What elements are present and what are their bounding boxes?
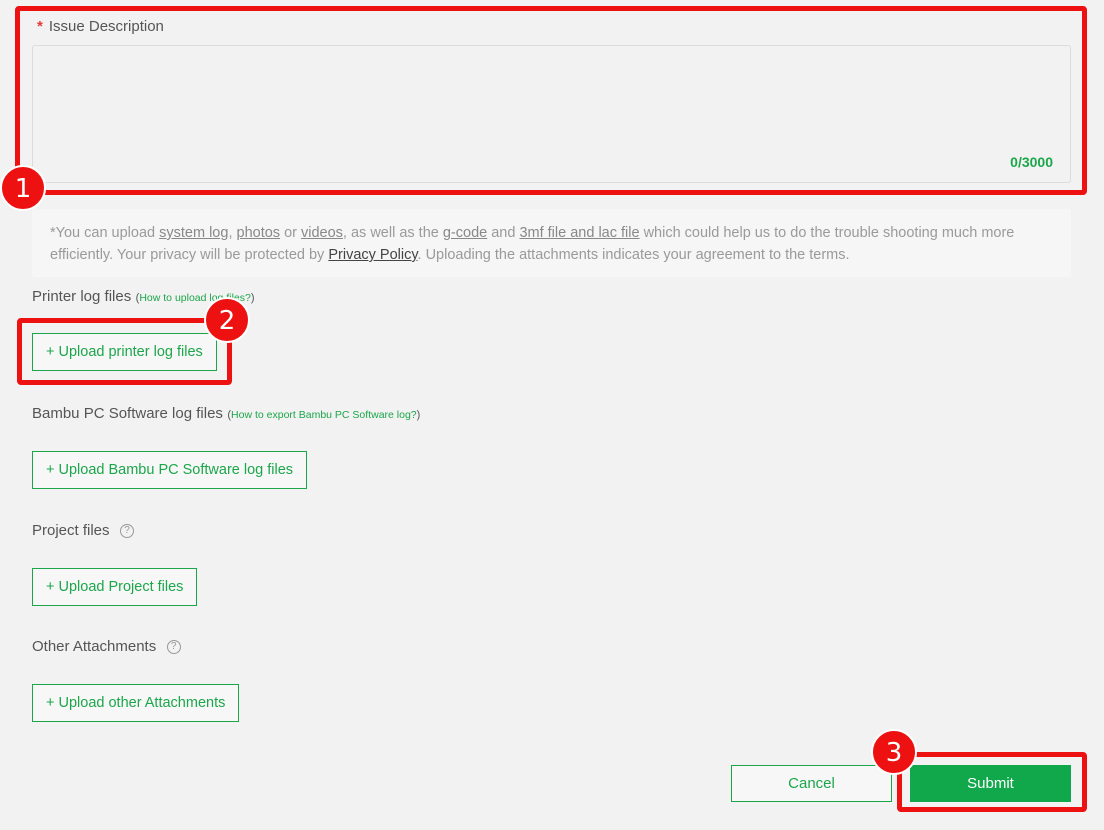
annotation-badge-1: 1 xyxy=(0,165,46,211)
cancel-button[interactable]: Cancel xyxy=(731,765,892,802)
system-log-link[interactable]: system log xyxy=(159,225,228,241)
other-attachments-label: Other Attachments xyxy=(32,638,157,655)
help-circle-icon[interactable]: ? xyxy=(166,640,181,654)
project-section-header: Project files ? xyxy=(32,522,134,540)
notice-text: and xyxy=(487,225,520,241)
pc-log-label: Bambu PC Software log files xyxy=(32,405,223,422)
photos-link[interactable]: photos xyxy=(237,225,281,241)
upload-notice: *You can upload system log, photos or vi… xyxy=(32,209,1071,277)
upload-pc-log-button[interactable]: + Upload Bambu PC Software log files xyxy=(32,451,308,489)
annotation-badge-2: 2 xyxy=(204,297,250,343)
paren: ) xyxy=(416,409,421,421)
notice-text: *You can upload xyxy=(50,225,160,241)
notice-text: , xyxy=(228,225,237,241)
notice-text: , as well as the xyxy=(342,225,443,241)
notice-text: . Uploading the attachments indicates yo… xyxy=(417,247,850,263)
paren: ) xyxy=(250,292,255,304)
videos-link[interactable]: videos xyxy=(301,225,343,241)
upload-other-attachments-button[interactable]: + Upload other Attachments xyxy=(32,684,240,722)
privacy-policy-link[interactable]: Privacy Policy xyxy=(328,247,417,263)
annotation-box-3 xyxy=(897,752,1087,812)
notice-text: or xyxy=(280,225,301,241)
annotation-box-2 xyxy=(17,318,232,385)
pc-log-section-header: Bambu PC Software log files (How to expo… xyxy=(32,405,420,423)
help-circle-icon[interactable]: ? xyxy=(119,524,134,538)
pc-log-help-link[interactable]: How to export Bambu PC Software log? xyxy=(231,409,417,421)
annotation-badge-3: 3 xyxy=(871,729,917,775)
project-files-label: Project files xyxy=(32,522,110,539)
annotation-box-1 xyxy=(15,6,1087,195)
upload-project-files-button[interactable]: + Upload Project files xyxy=(32,568,198,606)
3mf-lac-link[interactable]: 3mf file and lac file xyxy=(519,225,639,241)
printer-log-label: Printer log files xyxy=(32,288,132,305)
gcode-link[interactable]: g-code xyxy=(443,225,487,241)
other-section-header: Other Attachments ? xyxy=(32,638,181,656)
